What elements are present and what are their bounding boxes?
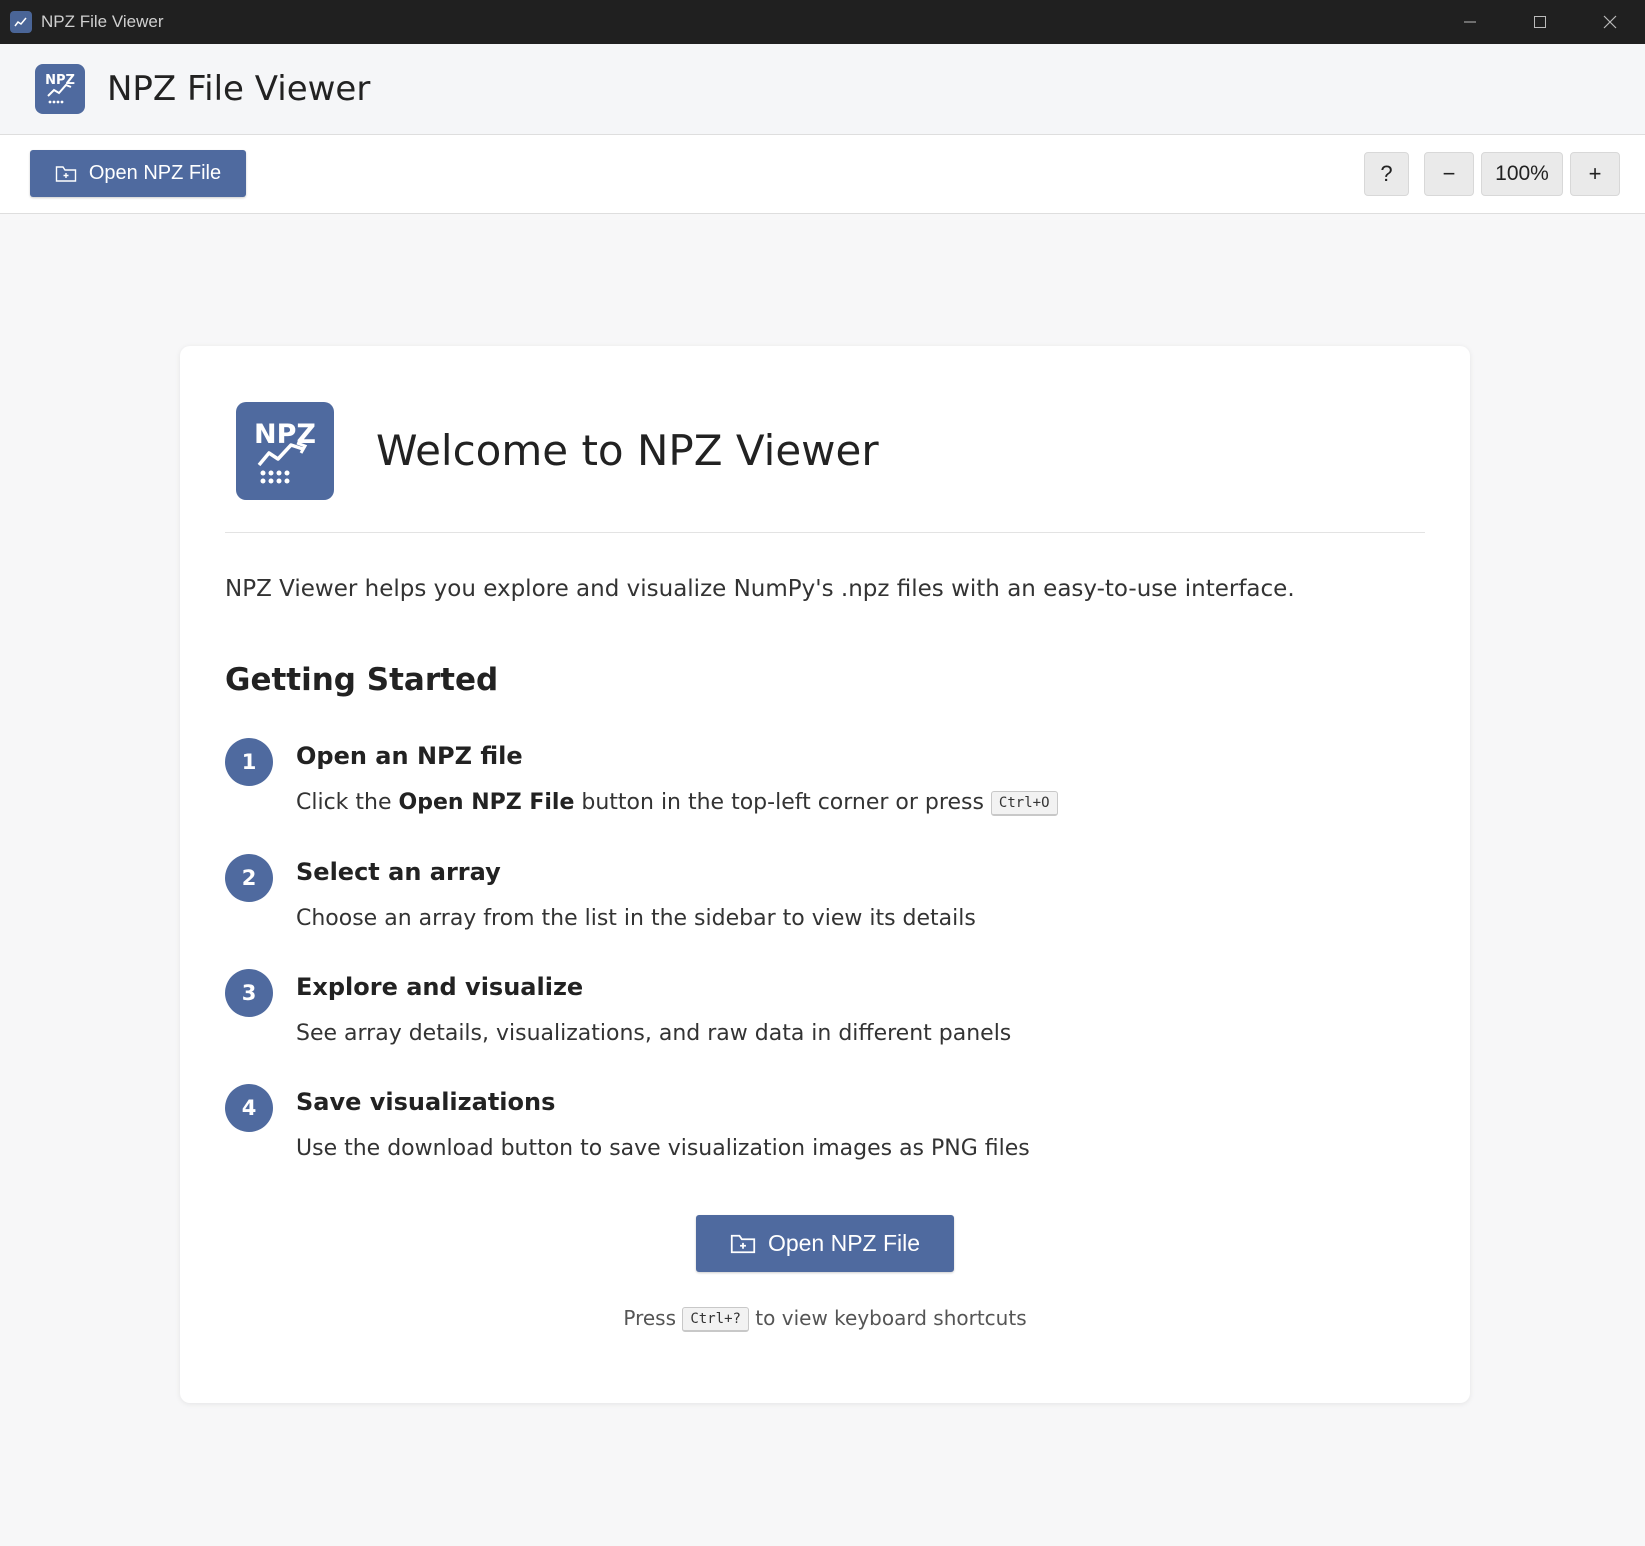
open-npz-file-button-main[interactable]: Open NPZ File — [696, 1215, 954, 1272]
keyboard-shortcuts-hint: Press Ctrl+? to view keyboard shortcuts — [623, 1306, 1027, 1332]
zoom-level-display[interactable]: 100% — [1481, 152, 1563, 196]
step-title: Select an array — [296, 858, 501, 886]
window-title: NPZ File Viewer — [41, 12, 164, 31]
toolbar: Open NPZ File ? − 100% + — [0, 135, 1645, 214]
open-npz-file-button[interactable]: Open NPZ File — [30, 150, 246, 197]
step-description: Choose an array from the list in the sid… — [296, 906, 976, 931]
open-npz-file-emphasis: Open NPZ File — [398, 790, 575, 815]
step-description: Click the Open NPZ File button in the to… — [296, 790, 1058, 816]
app-icon — [10, 11, 32, 33]
window-titlebar: NPZ File Viewer — [0, 0, 1645, 44]
shortcut-key: Ctrl+? — [682, 1307, 749, 1332]
close-icon — [1603, 15, 1617, 29]
zoom-out-button[interactable]: − — [1424, 152, 1474, 196]
step-title: Save visualizations — [296, 1088, 556, 1116]
step-save: 4 Save visualizations Use the download b… — [225, 1084, 1375, 1184]
maximize-button[interactable] — [1505, 0, 1575, 44]
app-header: NPZ NPZ File Viewer — [0, 44, 1645, 135]
step-title: Open an NPZ file — [296, 742, 523, 770]
app-title: NPZ File Viewer — [107, 69, 371, 109]
minimize-button[interactable] — [1435, 0, 1505, 44]
shortcut-key: Ctrl+O — [990, 790, 1058, 816]
npz-logo-icon: NPZ — [35, 64, 85, 114]
step-number-badge: 3 — [225, 969, 273, 1017]
step-description: See array details, visualizations, and r… — [296, 1021, 1012, 1046]
intro-text: NPZ Viewer helps you explore and visuali… — [225, 576, 1295, 602]
minimize-icon — [1464, 21, 1476, 23]
step-description: Use the download button to save visualiz… — [296, 1136, 1030, 1161]
step-title: Explore and visualize — [296, 973, 584, 1001]
step-number-badge: 1 — [225, 738, 273, 786]
zoom-in-label: + — [1588, 161, 1602, 186]
welcome-card: NPZ Welcome to NPZ Viewer NPZ Viewer hel… — [180, 346, 1470, 1403]
step-number-badge: 2 — [225, 854, 273, 902]
zoom-level-value: 100% — [1495, 162, 1549, 185]
welcome-title: Welcome to NPZ Viewer — [376, 426, 879, 475]
folder-plus-icon — [730, 1234, 756, 1253]
zoom-in-button[interactable]: + — [1570, 152, 1620, 196]
close-button[interactable] — [1575, 0, 1645, 44]
zoom-out-label: − — [1442, 161, 1456, 186]
step-select-array: 2 Select an array Choose an array from t… — [225, 854, 1375, 954]
getting-started-heading: Getting Started — [225, 662, 499, 698]
npz-logo-icon: NPZ — [236, 402, 334, 500]
divider — [225, 532, 1425, 533]
help-button[interactable]: ? — [1364, 152, 1409, 196]
open-npz-file-label: Open NPZ File — [767, 1230, 921, 1256]
step-open-file: 1 Open an NPZ file Click the Open NPZ Fi… — [225, 738, 1375, 838]
step-explore: 3 Explore and visualize See array detail… — [225, 969, 1375, 1069]
help-label: ? — [1380, 161, 1393, 186]
folder-plus-icon — [55, 165, 77, 182]
step-number-badge: 4 — [225, 1084, 273, 1132]
open-npz-file-label: Open NPZ File — [88, 162, 222, 184]
maximize-icon — [1534, 16, 1546, 28]
